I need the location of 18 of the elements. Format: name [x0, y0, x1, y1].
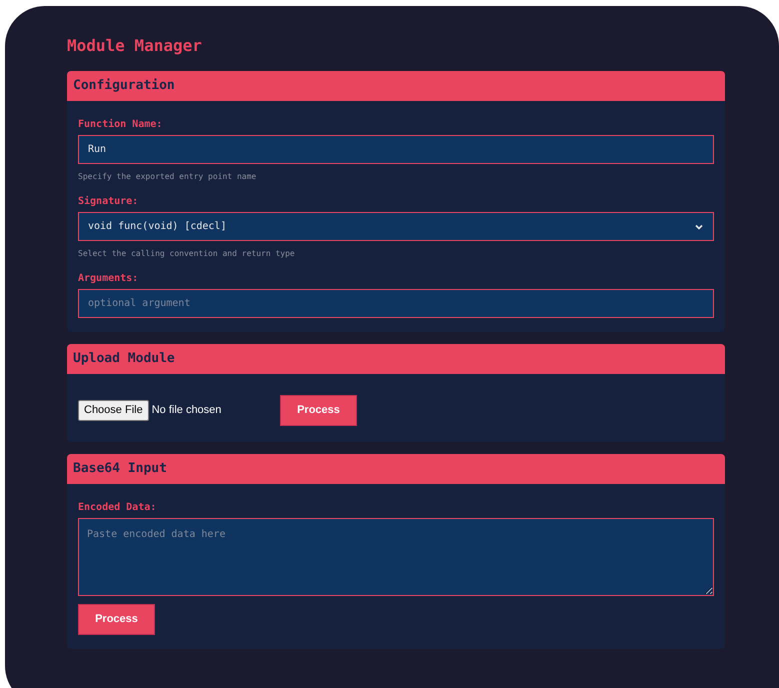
field-label: Signature:: [78, 194, 140, 209]
panel-header: Upload Module: [67, 344, 725, 374]
text-field[interactable]: optional argument: [78, 289, 714, 318]
field-label: Encoded Data:: [78, 501, 158, 515]
file-status: No file chosen: [152, 403, 222, 418]
text-field[interactable]: Run: [78, 135, 714, 164]
process-button[interactable]: Process: [280, 395, 357, 426]
field-label: Arguments:: [78, 272, 140, 286]
encoded-data-field[interactable]: Paste encoded data here: [78, 518, 714, 596]
field-label: Function Name:: [78, 118, 164, 132]
field-hint: Specify the exported entry point name: [78, 171, 258, 183]
signature-select[interactable]: void func(void) [cdecl]: [78, 212, 714, 241]
field-hint: Select the calling convention and return type: [78, 248, 296, 260]
panel-header: Configuration: [67, 71, 725, 101]
process-button[interactable]: Process: [78, 604, 155, 635]
choose-file-button[interactable]: Choose File: [78, 400, 149, 421]
page-title: Module Manager: [67, 35, 203, 57]
panel-header: Base64 Input: [67, 454, 725, 484]
